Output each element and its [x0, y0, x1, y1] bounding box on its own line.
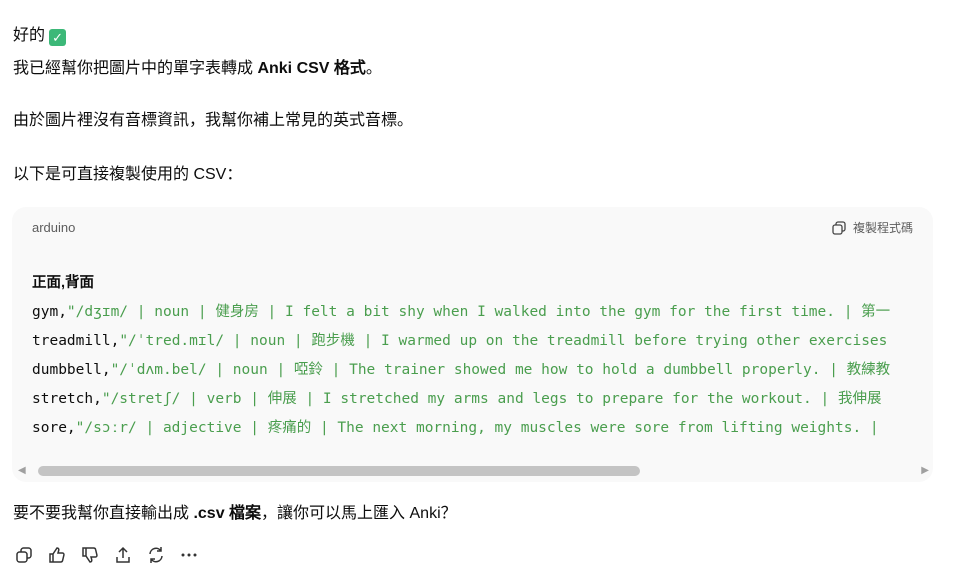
share-icon: [116, 546, 130, 563]
code-line: gym,"/dʒɪm/ | noun | 健身房 | I felt a bit …: [32, 304, 891, 320]
code-line: treadmill,"/ˈtred.mɪl/ | noun | 跑步機 | I …: [32, 333, 888, 349]
thumbs-down-button[interactable]: [80, 545, 100, 565]
message-line-2: 我已經幫你把圖片中的單字表轉成 Anki CSV 格式。: [13, 60, 382, 77]
message-line-3: 由於圖片裡沒有音標資訊，我幫你補上常見的英式音標。: [13, 112, 414, 129]
code-line: sore,"/sɔːr/ | adjective | 疼痛的 | The nex…: [32, 420, 879, 436]
scroll-left-icon[interactable]: ◀: [18, 465, 26, 476]
thumbs-up-button[interactable]: [47, 545, 67, 565]
copy-code-button[interactable]: 複製程式碼: [831, 219, 913, 236]
check-mark-icon: ✓: [49, 29, 67, 46]
code-block: arduino 複製程式碼 正面,背面 gym,"/dʒɪm/ | noun | …: [12, 207, 933, 482]
code-line: stretch,"/stretʃ/ | verb | 伸展 | I stretc…: [32, 391, 882, 407]
regenerate-button[interactable]: [146, 545, 166, 565]
code-language: arduino: [32, 220, 76, 235]
copy-icon: [16, 547, 32, 563]
more-options-button[interactable]: [179, 545, 199, 565]
copy-icon: [832, 220, 846, 235]
more-icon: [181, 553, 197, 557]
horizontal-scrollbar[interactable]: ◀ ▶: [12, 464, 933, 478]
thumbs-up-icon: [49, 547, 65, 563]
thumbs-down-icon: [82, 547, 98, 563]
message-final-line: 要不要我幫你直接輸出成 .csv 檔案，讓你可以馬上匯入 Anki？: [13, 505, 457, 522]
scrollbar-thumb[interactable]: [38, 466, 640, 476]
code-header-line: 正面,背面: [32, 275, 95, 291]
scroll-right-icon[interactable]: ▶: [921, 465, 929, 476]
message-actions: [14, 545, 199, 565]
message-line-1: 好的 ✓: [13, 21, 67, 46]
refresh-icon: [149, 547, 163, 563]
share-button[interactable]: [113, 545, 133, 565]
code-line: dumbbell,"/ˈdʌm.bel/ | noun | 啞鈴 | The t…: [32, 362, 891, 378]
copy-button[interactable]: [14, 545, 34, 565]
message-line-4: 以下是可直接複製使用的 CSV：: [13, 166, 243, 183]
code-content: 正面,背面 gym,"/dʒɪm/ | noun | 健身房 | I felt a…: [32, 269, 890, 443]
